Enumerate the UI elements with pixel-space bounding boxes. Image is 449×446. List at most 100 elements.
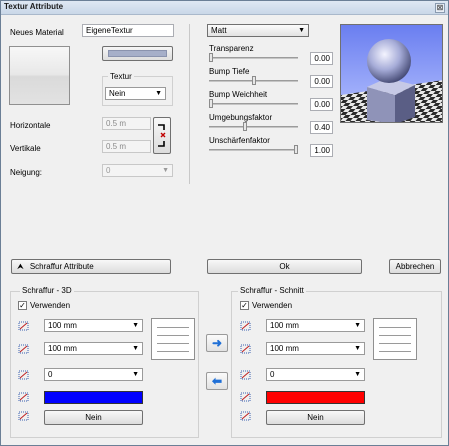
color-swatch: [108, 50, 167, 57]
title-bar: Textur Attribute ⊠: [1, 1, 448, 15]
slider-value-input[interactable]: 1.00: [310, 144, 333, 157]
hatch-color-button[interactable]: [44, 391, 143, 404]
verwenden-label: Verwenden: [252, 301, 293, 310]
slider-thumb[interactable]: [209, 99, 213, 108]
texture-swatch[interactable]: [9, 46, 70, 105]
double-chevron-up-icon: ⮝: [17, 262, 24, 271]
hatch-spacing-y-icon: [240, 343, 252, 355]
chevron-down-icon: ▼: [132, 345, 139, 352]
neigung-value: 0: [106, 166, 111, 175]
horizontale-input[interactable]: 0.5 m: [102, 117, 151, 130]
cancel-button[interactable]: Abbrechen: [389, 259, 441, 274]
copy-left-button[interactable]: ⬅: [206, 372, 228, 390]
textur-select[interactable]: Nein ▼: [105, 87, 166, 100]
chevron-down-icon: ▼: [162, 167, 169, 174]
fill-pattern-icon: [18, 410, 30, 422]
copy-right-button[interactable]: ➜: [206, 334, 228, 352]
pattern-nein-button[interactable]: Nein: [44, 410, 143, 425]
chevron-down-icon: ▼: [132, 322, 139, 329]
slider-thumb[interactable]: [243, 122, 247, 131]
ok-button[interactable]: Ok: [207, 259, 362, 274]
hatch-spacing-y-select[interactable]: 100 mm ▼: [44, 342, 143, 355]
pen-color-icon: [18, 391, 30, 403]
schraffur-attribute-button[interactable]: ⮝ Schraffur Attribute: [11, 259, 171, 274]
arrow-right-icon: ➜: [211, 336, 223, 350]
hatch-angle-value: 0: [48, 370, 53, 379]
hatch-preview-line: [157, 335, 189, 336]
hatch-preview-line: [157, 327, 189, 328]
surface-mode-select[interactable]: Matt ▼: [207, 24, 309, 37]
vertical-divider: [189, 24, 190, 184]
slider-label: Transparenz: [209, 44, 254, 53]
hatch-spacing-y-value: 100 mm: [270, 344, 299, 353]
check-icon: ✓: [241, 301, 248, 310]
hatch-preview-line: [157, 343, 189, 344]
surface-mode-value: Matt: [211, 26, 227, 35]
material-name-label: Neues Material: [10, 28, 64, 37]
verwenden-checkbox[interactable]: ✓: [18, 301, 27, 310]
chevron-down-icon: ▼: [354, 345, 361, 352]
hatch-angle-select[interactable]: 0 ▼: [266, 368, 365, 381]
slider-track[interactable]: [209, 126, 298, 128]
chevron-down-icon: ▼: [298, 27, 305, 34]
material-preview: [340, 24, 443, 123]
hatch-preview-line: [379, 351, 411, 352]
hatch-preview[interactable]: [151, 318, 195, 360]
material-name-input[interactable]: EigeneTextur: [82, 24, 174, 37]
hatch-spacing-y-select[interactable]: 100 mm ▼: [266, 342, 365, 355]
slider-value-input[interactable]: 0.00: [310, 75, 333, 88]
fill-pattern-icon: [240, 410, 252, 422]
textur-select-value: Nein: [109, 89, 126, 98]
hatch-preview[interactable]: [373, 318, 417, 360]
hatch-spacing-x-value: 100 mm: [48, 321, 77, 330]
hatch-preview-line: [379, 335, 411, 336]
vertikale-input[interactable]: 0.5 m: [102, 140, 151, 153]
slider-track[interactable]: [209, 103, 298, 105]
chevron-down-icon: ▼: [354, 322, 361, 329]
hatch-spacing-x-select[interactable]: 100 mm ▼: [44, 319, 143, 332]
hatch-preview-line: [379, 343, 411, 344]
hatch-angle-icon: [18, 369, 30, 381]
hatch-angle-value: 0: [270, 370, 275, 379]
hatch-color-button[interactable]: [266, 391, 365, 404]
hatch-preview-line: [157, 351, 189, 352]
link-values-button[interactable]: [153, 117, 171, 154]
chevron-down-icon: ▼: [354, 371, 361, 378]
slider-thumb[interactable]: [251, 76, 256, 85]
hatch-3d-title: Schraffur - 3D: [20, 286, 74, 295]
neigung-select[interactable]: 0 ▼: [102, 164, 173, 177]
hatch-preview-line: [379, 327, 411, 328]
slider-value-input[interactable]: 0.40: [310, 121, 333, 134]
slider-label: Umgebungsfaktor: [209, 113, 273, 122]
horizontale-label: Horizontale: [10, 121, 51, 130]
hatch-angle-icon: [240, 369, 252, 381]
slider-track[interactable]: [209, 149, 298, 151]
textur-group-label: Textur: [108, 72, 134, 81]
sphere-cube-preview-icon: [341, 25, 442, 122]
slider-thumb[interactable]: [209, 53, 213, 62]
neigung-label: Neigung:: [10, 168, 43, 177]
slider-thumb[interactable]: [294, 145, 298, 154]
vertikale-label: Vertikale: [10, 144, 41, 153]
slider-track[interactable]: [209, 57, 298, 59]
material-color-button[interactable]: [102, 46, 173, 61]
window-title: Textur Attribute: [4, 2, 64, 11]
check-icon: ✓: [19, 301, 26, 310]
hatch-spacing-x-select[interactable]: 100 mm ▼: [266, 319, 365, 332]
chevron-down-icon: ▼: [155, 90, 162, 97]
slider-label: Bump Weichheit: [209, 90, 268, 99]
hatch-spacing-x-icon: [240, 320, 252, 332]
slider-value-input[interactable]: 0.00: [310, 52, 333, 65]
verwenden-checkbox[interactable]: ✓: [240, 301, 249, 310]
hatch-spacing-y-value: 100 mm: [48, 344, 77, 353]
hatch-cut-title: Schraffur - Schnitt: [238, 286, 306, 295]
arrow-left-icon: ⬅: [211, 374, 223, 388]
hatch-spacing-y-icon: [18, 343, 30, 355]
verwenden-label: Verwenden: [30, 301, 71, 310]
pattern-nein-button[interactable]: Nein: [266, 410, 365, 425]
close-icon[interactable]: ⊠: [435, 3, 445, 13]
slider-value-input[interactable]: 0.00: [310, 98, 333, 111]
unlink-icon: [158, 124, 166, 147]
pen-color-icon: [240, 391, 252, 403]
hatch-angle-select[interactable]: 0 ▼: [44, 368, 143, 381]
